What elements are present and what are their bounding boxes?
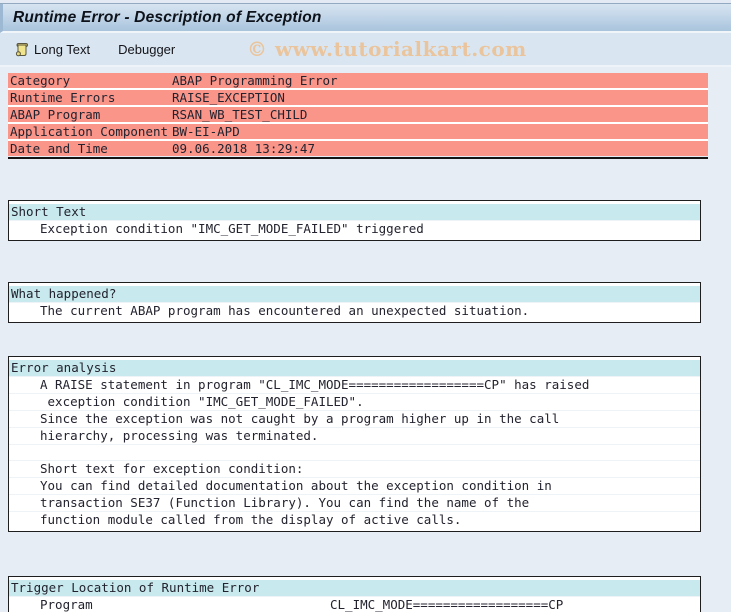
content: Category ABAP Programming Error Runtime … (0, 67, 731, 612)
section-title: Error analysis (9, 360, 700, 376)
row-label: ABAP Program (10, 107, 101, 122)
section-line: You can find detailed documentation abou… (9, 477, 700, 494)
divider (8, 157, 708, 159)
row-value: BW-EI-APD (172, 124, 240, 139)
debugger-label: Debugger (118, 41, 176, 57)
row-label: Runtime Errors (10, 90, 116, 105)
row-value: RSAN_WB_TEST_CHILD (172, 107, 308, 122)
section-line: function module called from the display … (9, 511, 700, 528)
section-title: Short Text (9, 204, 700, 220)
row-value: ABAP Programming Error (172, 73, 338, 88)
section-short-text: Short Text Exception condition "IMC_GET_… (8, 200, 701, 241)
scroll-icon (14, 42, 29, 57)
row-label: Date and Time (10, 141, 108, 156)
section-trigger-location: Trigger Location of Runtime Error Progra… (8, 576, 701, 612)
table-row: Application Component BW-EI-APD (8, 124, 708, 139)
section-line: Since the exception was not caught by a … (9, 410, 700, 427)
long-text-button[interactable]: Long Text (8, 38, 96, 61)
section-what-happened: What happened? The current ABAP program … (8, 282, 701, 323)
section-line: exception condition "IMC_GET_MODE_FAILED… (9, 393, 700, 410)
sap-window: Runtime Error - Description of Exception… (0, 0, 731, 612)
toolbar: Long Text Debugger © www.tutorialkart.co… (0, 33, 731, 67)
table-row: ABAP Program RSAN_WB_TEST_CHILD (8, 107, 708, 122)
section-line: A RAISE statement in program "CL_IMC_MOD… (9, 376, 700, 393)
table-row: Date and Time 09.06.2018 13:29:47 (8, 141, 708, 156)
section-title: What happened? (9, 286, 700, 302)
section-line: Exception condition "IMC_GET_MODE_FAILED… (9, 220, 700, 237)
section-line: hierarchy, processing was terminated. (9, 427, 700, 444)
row-label: Application Component (10, 124, 169, 139)
watermark: © www.tutorialkart.com (247, 37, 527, 61)
error-summary-table: Category ABAP Programming Error Runtime … (8, 73, 708, 156)
table-row: Category ABAP Programming Error (8, 73, 708, 88)
section-line (9, 444, 700, 460)
table-row: Runtime Errors RAISE_EXCEPTION (8, 90, 708, 105)
section-line: transaction SE37 (Function Library). You… (9, 494, 700, 511)
row-value: CL_IMC_MODE==================CP (330, 597, 564, 612)
debugger-button[interactable]: Debugger (112, 38, 181, 61)
row-label: Program (40, 597, 93, 612)
titlebar: Runtime Error - Description of Exception (0, 4, 731, 33)
row-value: RAISE_EXCEPTION (172, 90, 285, 105)
row-value: 09.06.2018 13:29:47 (172, 141, 315, 156)
section-line: Short text for exception condition: (9, 460, 700, 477)
section-error-analysis: Error analysis A RAISE statement in prog… (8, 356, 701, 532)
section-title: Trigger Location of Runtime Error (9, 580, 700, 596)
section-line: Program CL_IMC_MODE==================CP (9, 596, 700, 612)
section-line: The current ABAP program has encountered… (9, 302, 700, 319)
page-title: Runtime Error - Description of Exception (13, 8, 322, 26)
row-label: Category (10, 73, 71, 88)
long-text-label: Long Text (34, 41, 91, 57)
